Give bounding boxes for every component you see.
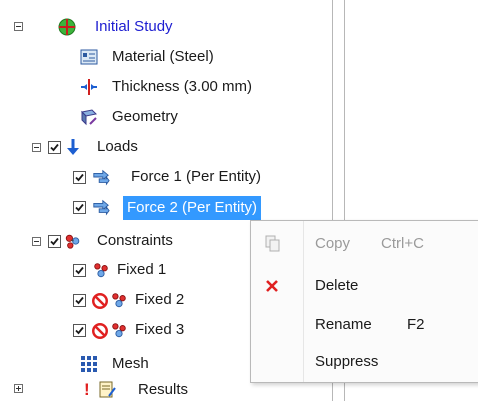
fixed-constraint-icon <box>112 293 126 308</box>
suppressed-icon <box>92 293 108 309</box>
collapse-study-toggle[interactable] <box>14 22 23 31</box>
copy-icon <box>265 235 280 252</box>
mesh-label[interactable]: Mesh <box>112 352 149 376</box>
suppressed-icon <box>92 323 108 339</box>
constraints-icon <box>65 234 80 249</box>
mesh-icon <box>81 356 97 372</box>
menu-item-rename-label: Rename <box>315 316 372 333</box>
thickness-label[interactable]: Thickness (3.00 mm) <box>112 75 252 99</box>
collapse-loads-toggle[interactable] <box>32 143 41 152</box>
menu-item-copy-shortcut: Ctrl+C <box>381 235 424 252</box>
force-icon <box>93 199 110 216</box>
load-arrow-icon <box>67 139 79 155</box>
fixed-1-checkbox[interactable] <box>73 264 86 277</box>
expand-results-toggle[interactable] <box>14 384 23 393</box>
menu-item-rename-shortcut: F2 <box>407 316 425 333</box>
force-2-label[interactable]: Force 2 (Per Entity) <box>123 196 262 220</box>
force-1-label[interactable]: Force 1 (Per Entity) <box>131 165 261 189</box>
menu-item-delete[interactable]: Delete <box>251 267 478 305</box>
constraints-label[interactable]: Constraints <box>97 229 173 253</box>
delete-x-icon <box>266 280 278 292</box>
results-icon <box>99 381 116 398</box>
context-menu: Copy Ctrl+C Delete Rename F2 Suppress <box>250 220 478 383</box>
loads-checkbox[interactable] <box>48 141 61 154</box>
menu-item-rename[interactable]: Rename F2 <box>251 306 478 344</box>
menu-item-suppress-label: Suppress <box>315 353 379 370</box>
fixed-constraint-icon <box>94 263 108 278</box>
loads-label[interactable]: Loads <box>97 135 138 159</box>
force-1-checkbox[interactable] <box>73 171 86 184</box>
study-globe-icon <box>58 18 76 36</box>
material-icon <box>80 49 98 65</box>
constraints-checkbox[interactable] <box>48 235 61 248</box>
collapse-constraints-toggle[interactable] <box>32 237 41 246</box>
fixed-2-label[interactable]: Fixed 2 <box>135 288 184 312</box>
results-label[interactable]: Results <box>138 378 188 402</box>
results-warning-icon: ! <box>84 380 90 399</box>
study-label[interactable]: Initial Study <box>95 15 173 39</box>
force-2-checkbox[interactable] <box>73 201 86 214</box>
fixed-constraint-icon <box>112 323 126 338</box>
geometry-label[interactable]: Geometry <box>112 105 178 129</box>
fixed-1-label[interactable]: Fixed 1 <box>117 258 166 282</box>
menu-item-copy[interactable]: Copy Ctrl+C <box>251 225 478 263</box>
material-label[interactable]: Material (Steel) <box>112 45 214 69</box>
menu-item-delete-label: Delete <box>315 277 359 294</box>
menu-item-copy-label: Copy <box>315 235 351 252</box>
thickness-icon <box>81 79 97 95</box>
fixed-3-checkbox[interactable] <box>73 324 86 337</box>
fixed-3-label[interactable]: Fixed 3 <box>135 318 184 342</box>
geometry-icon <box>80 109 98 126</box>
force-icon <box>93 169 110 186</box>
menu-item-suppress[interactable]: Suppress <box>251 343 478 381</box>
fixed-2-checkbox[interactable] <box>73 294 86 307</box>
